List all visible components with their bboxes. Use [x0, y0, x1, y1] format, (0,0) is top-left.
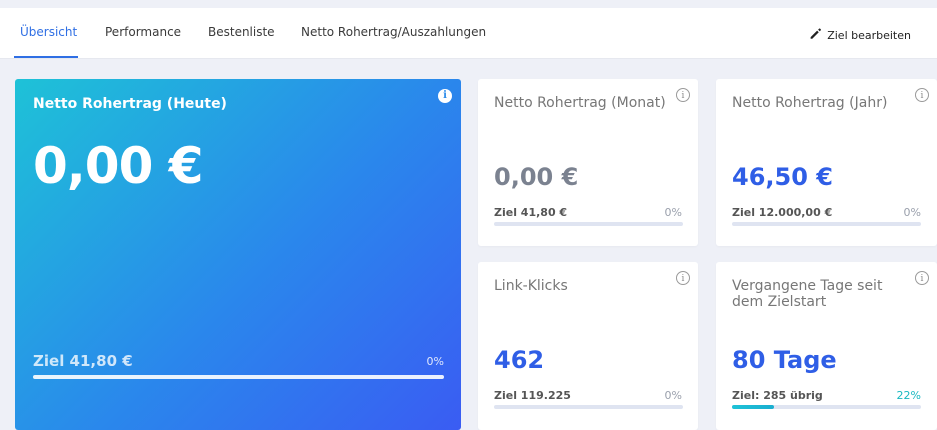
days-since-start-card: Vergangene Tage seit dem Zielstart i 80 …: [716, 262, 937, 430]
edit-goal-button[interactable]: Ziel bearbeiten: [809, 27, 911, 43]
card-progress-fill: [732, 405, 774, 409]
tab-bestenliste[interactable]: Bestenliste: [208, 25, 275, 39]
card-value: 80 Tage: [732, 346, 837, 374]
year-net-profit-card: Netto Rohertrag (Jahr) i 46,50 € Ziel 12…: [716, 79, 937, 246]
info-icon[interactable]: i: [915, 271, 929, 285]
info-icon[interactable]: i: [676, 88, 690, 102]
card-goal: Ziel: 285 übrig: [732, 389, 823, 402]
hero-progress-bar: [33, 375, 444, 379]
card-goal: Ziel 41,80 €: [494, 206, 568, 219]
card-title: Netto Rohertrag (Monat): [494, 95, 666, 111]
month-net-profit-card: Netto Rohertrag (Monat) i 0,00 € Ziel 41…: [478, 79, 698, 246]
card-percent: 0%: [903, 206, 921, 219]
info-icon[interactable]: i: [915, 88, 929, 102]
card-value: 462: [494, 346, 545, 374]
card-goal: Ziel 119.225: [494, 389, 571, 402]
card-title: Link-Klicks: [494, 278, 568, 294]
hero-percent: 0%: [426, 355, 444, 368]
card-title: Netto Rohertrag (Jahr): [732, 95, 888, 111]
info-icon[interactable]: i: [438, 89, 452, 103]
card-percent: 0%: [664, 206, 682, 219]
today-net-profit-card: Netto Rohertrag (Heute) i 0,00 € Ziel 41…: [15, 79, 461, 430]
tab-performance[interactable]: Performance: [105, 25, 181, 39]
card-value: 46,50 €: [732, 163, 833, 191]
card-percent: 22%: [896, 389, 921, 402]
card-progress-bar: [732, 405, 921, 409]
active-tab-indicator: [14, 56, 78, 58]
edit-goal-label: Ziel bearbeiten: [827, 28, 911, 42]
card-progress-bar: [494, 405, 683, 409]
card-progress-bar: [732, 222, 921, 226]
card-percent: 0%: [664, 389, 682, 402]
pencil-icon: [809, 27, 822, 43]
tab-netto-rohertrag-auszahlungen[interactable]: Netto Rohertrag/Auszahlungen: [301, 25, 486, 39]
tab-uebersicht[interactable]: Übersicht: [20, 25, 77, 39]
card-title: Vergangene Tage seit dem Zielstart: [732, 278, 883, 310]
card-value: 0,00 €: [494, 163, 579, 191]
info-icon[interactable]: i: [676, 271, 690, 285]
hero-value: 0,00 €: [33, 137, 204, 195]
hero-goal: Ziel 41,80 €: [33, 352, 133, 370]
link-clicks-card: Link-Klicks i 462 Ziel 119.225 0%: [478, 262, 698, 430]
card-goal: Ziel 12.000,00 €: [732, 206, 833, 219]
card-progress-bar: [494, 222, 683, 226]
tab-bar: Übersicht Performance Bestenliste Netto …: [0, 8, 937, 59]
hero-title: Netto Rohertrag (Heute): [33, 96, 227, 112]
